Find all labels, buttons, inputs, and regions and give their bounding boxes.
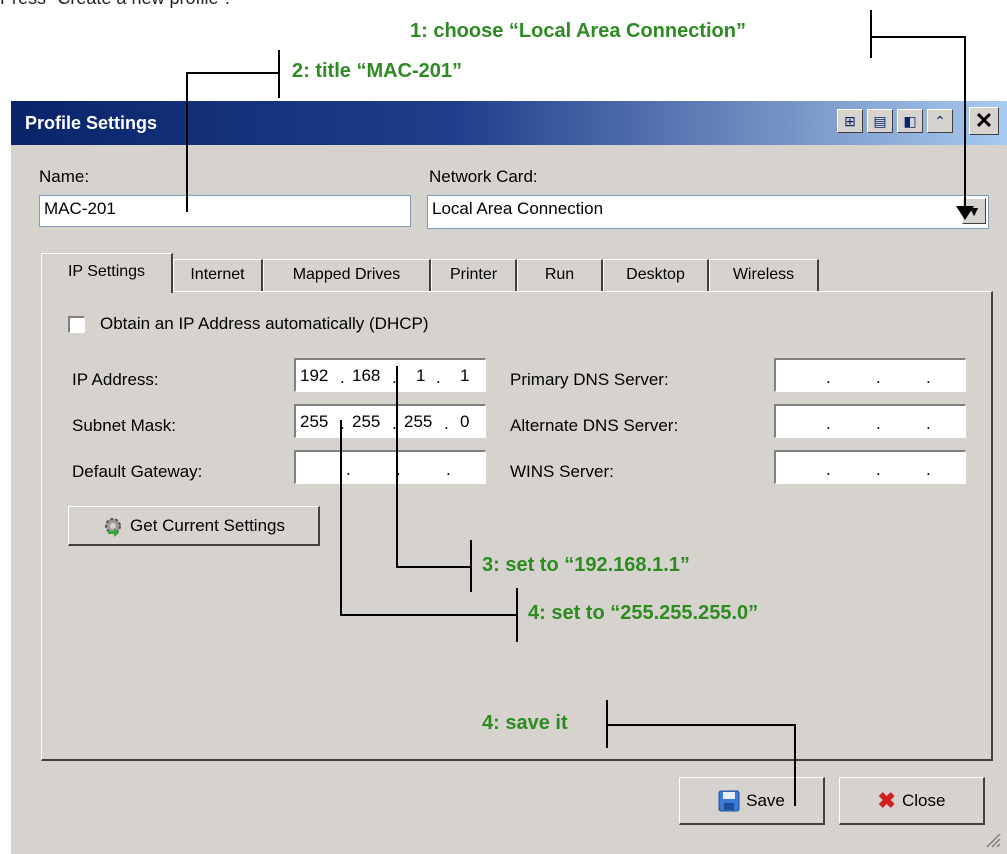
resize-grip-icon[interactable] [983,830,1001,848]
floppy-disk-icon [718,790,740,811]
annotation-line [964,36,966,212]
annotation-line [870,10,872,58]
alternate-dns-label: Alternate DNS Server: [510,416,679,435]
annotation-line [340,614,516,616]
name-label: Name: [39,167,90,186]
name-input[interactable]: MAC-201 [39,195,411,227]
tab-desktop[interactable]: Desktop [603,259,709,291]
dhcp-label: Obtain an IP Address automatically (DHCP… [100,314,429,333]
tab-run[interactable]: Run [517,259,603,291]
ip-address-input[interactable]: 192 . 168 . 1 . 1 [294,358,486,392]
gateway-dot: . [446,460,451,479]
network-card-label: Network Card: [429,167,538,186]
subnet-octet-1: 255 [300,412,329,431]
get-current-settings-button[interactable]: Get Current Settings [68,506,320,546]
network-card-value: Local Area Connection [432,199,604,218]
annotation-line [794,724,796,806]
wins-dot: . [876,460,881,479]
dialog-title: Profile Settings [25,113,158,133]
annotation-step-4-subnet: 4: set to “255.255.255.0” [528,602,759,624]
tab-printer[interactable]: Printer [431,259,517,291]
dns-dot: . [826,368,831,387]
save-label: Save [746,790,785,810]
subnet-mask-input[interactable]: 255 . 255 . 255 . 0 [294,404,486,438]
subnet-octet-4: 0 [460,412,470,431]
ip-octet-3: 1 [416,366,426,385]
dns-dot: . [926,414,931,433]
annotation-line [186,72,280,74]
document-instruction-text: Press "Create a new profile". [0,0,230,9]
tab-internet[interactable]: Internet [173,259,263,291]
annotation-line [606,724,796,726]
ip-octet-4: 1 [460,366,470,385]
annotation-line [186,72,188,212]
ip-octet-1: 192 [300,366,329,385]
default-gateway-label: Default Gateway: [72,462,203,481]
close-label: Close [901,790,946,810]
dhcp-checkbox[interactable] [68,316,85,333]
annotation-line [396,366,398,566]
dns-dot: . [826,414,831,433]
network-card-select[interactable]: Local Area Connection ▼ [427,195,989,229]
ip-octet-2: 168 [352,366,381,385]
annotation-line [516,588,518,642]
annotation-line [278,50,280,98]
ip-address-label: IP Address: [72,370,159,389]
subnet-mask-label: Subnet Mask: [72,416,176,435]
subnet-octet-3: 255 [404,412,433,431]
wins-dot: . [826,460,831,479]
dns-dot: . [876,368,881,387]
alternate-dns-input[interactable]: . . . [774,404,966,438]
annotation-line [470,540,472,592]
tab-mapped-drives[interactable]: Mapped Drives [263,259,431,291]
annotation-arrowhead [956,206,974,220]
close-button[interactable]: ✖ Close [839,777,985,825]
close-window-icon[interactable]: ✕ [969,107,999,135]
title-bar[interactable]: Profile Settings ⊞ ▤ ◧ ⌃ ✕ [11,101,1007,145]
pin-icon[interactable]: ⊞ [837,109,863,133]
dns-dot: . [926,368,931,387]
annotation-line [870,36,966,38]
save-button[interactable]: Save [679,777,825,825]
get-current-settings-label: Get Current Settings [130,515,285,535]
annotation-step-3: 3: set to “192.168.1.1” [482,554,690,576]
wins-server-label: WINS Server: [510,462,614,481]
default-gateway-input[interactable]: . . . [294,450,486,484]
annotation-line [396,566,470,568]
wins-server-input[interactable]: . . . [774,450,966,484]
tab-wireless[interactable]: Wireless [709,259,819,291]
annotation-step-2: 2: title “MAC-201” [292,60,463,82]
dns-dot: . [876,414,881,433]
gateway-dot: . [346,460,351,479]
tab-ip-settings[interactable]: IP Settings [41,253,173,293]
color-icon[interactable]: ◧ [897,109,923,133]
profile-settings-dialog: Profile Settings ⊞ ▤ ◧ ⌃ ✕ Name: MAC-201… [10,100,1007,854]
window-layout-icon[interactable]: ▤ [867,109,893,133]
ip-settings-panel: Obtain an IP Address automatically (DHCP… [41,291,993,761]
gear-icon [105,517,122,537]
primary-dns-input[interactable]: . . . [774,358,966,392]
primary-dns-label: Primary DNS Server: [510,370,669,389]
wins-dot: . [926,460,931,479]
subnet-dot: . [444,414,449,433]
subnet-octet-2: 255 [352,412,381,431]
ip-dot: . [436,368,441,387]
annotation-step-4-save: 4: save it [482,712,568,734]
annotation-line [340,420,342,614]
red-x-icon: ✖ [877,787,896,813]
ip-dot: . [340,368,345,387]
rollup-icon[interactable]: ⌃ [927,109,953,133]
annotation-step-1: 1: choose “Local Area Connection” [410,20,746,42]
